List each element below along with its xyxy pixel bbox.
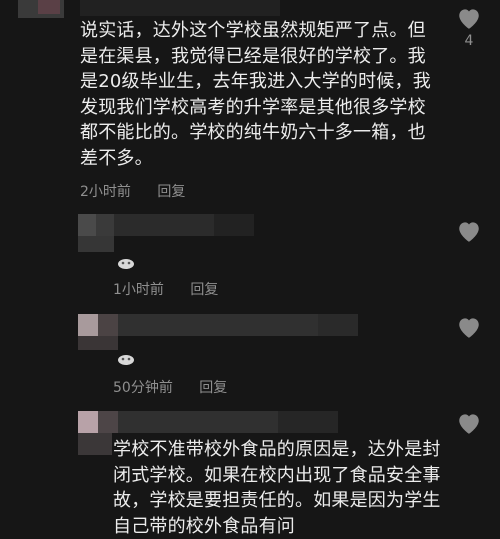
- blurred-username: [278, 411, 338, 433]
- comment-time: 1小时前: [113, 282, 164, 298]
- like-count: 4: [464, 33, 474, 49]
- emoji-icon: [118, 355, 134, 365]
- reply-button[interactable]: 回复: [190, 282, 218, 298]
- comment-meta: 2小时前 回复: [80, 181, 207, 201]
- blurred-avatar: [78, 214, 96, 236]
- comment-meta: 1小时前 回复: [113, 279, 240, 299]
- emoji-icon: [118, 259, 134, 269]
- reply-button[interactable]: 回复: [199, 380, 227, 396]
- blurred-avatar: [78, 236, 114, 252]
- blurred-avatar: [98, 314, 118, 336]
- heart-icon: [459, 414, 479, 434]
- like-button[interactable]: [456, 411, 482, 435]
- reply-button[interactable]: 回复: [157, 184, 185, 200]
- comment-item: 说实话，达外这个学校虽然规矩严了点。但是在渠县，我觉得已经是很好的学校了。我是2…: [0, 0, 500, 200]
- like-button[interactable]: [456, 315, 482, 339]
- blurred-username: [80, 0, 280, 16]
- blurred-avatar: [78, 411, 98, 433]
- like-button[interactable]: [456, 219, 482, 243]
- heart-icon: [459, 9, 479, 29]
- blurred-avatar: [96, 214, 114, 236]
- blurred-avatar: [78, 314, 98, 336]
- blurred-username: [318, 314, 358, 336]
- comment-body: 学校不准带校外食品的原因是，达外是封闭式学校。如果在校内出现了食品安全事故，学校…: [113, 439, 441, 537]
- blurred-avatar: [78, 433, 112, 455]
- heart-icon: [459, 222, 479, 242]
- blurred-username: [114, 214, 214, 236]
- comment-time: 50分钟前: [113, 380, 173, 396]
- blurred-username: [118, 314, 318, 336]
- blurred-avatar-tint: [38, 0, 60, 14]
- blurred-username: [118, 411, 278, 433]
- blurred-avatar: [98, 411, 118, 433]
- comment-time: 2小时前: [80, 184, 131, 200]
- like-button[interactable]: [456, 6, 482, 30]
- blurred-avatar: [78, 336, 118, 350]
- blurred-username: [214, 214, 254, 236]
- comment-body: 说实话，达外这个学校虽然规矩严了点。但是在渠县，我觉得已经是很好的学校了。我是2…: [80, 20, 431, 169]
- heart-icon: [459, 318, 479, 338]
- comment-meta: 50分钟前 回复: [113, 377, 249, 397]
